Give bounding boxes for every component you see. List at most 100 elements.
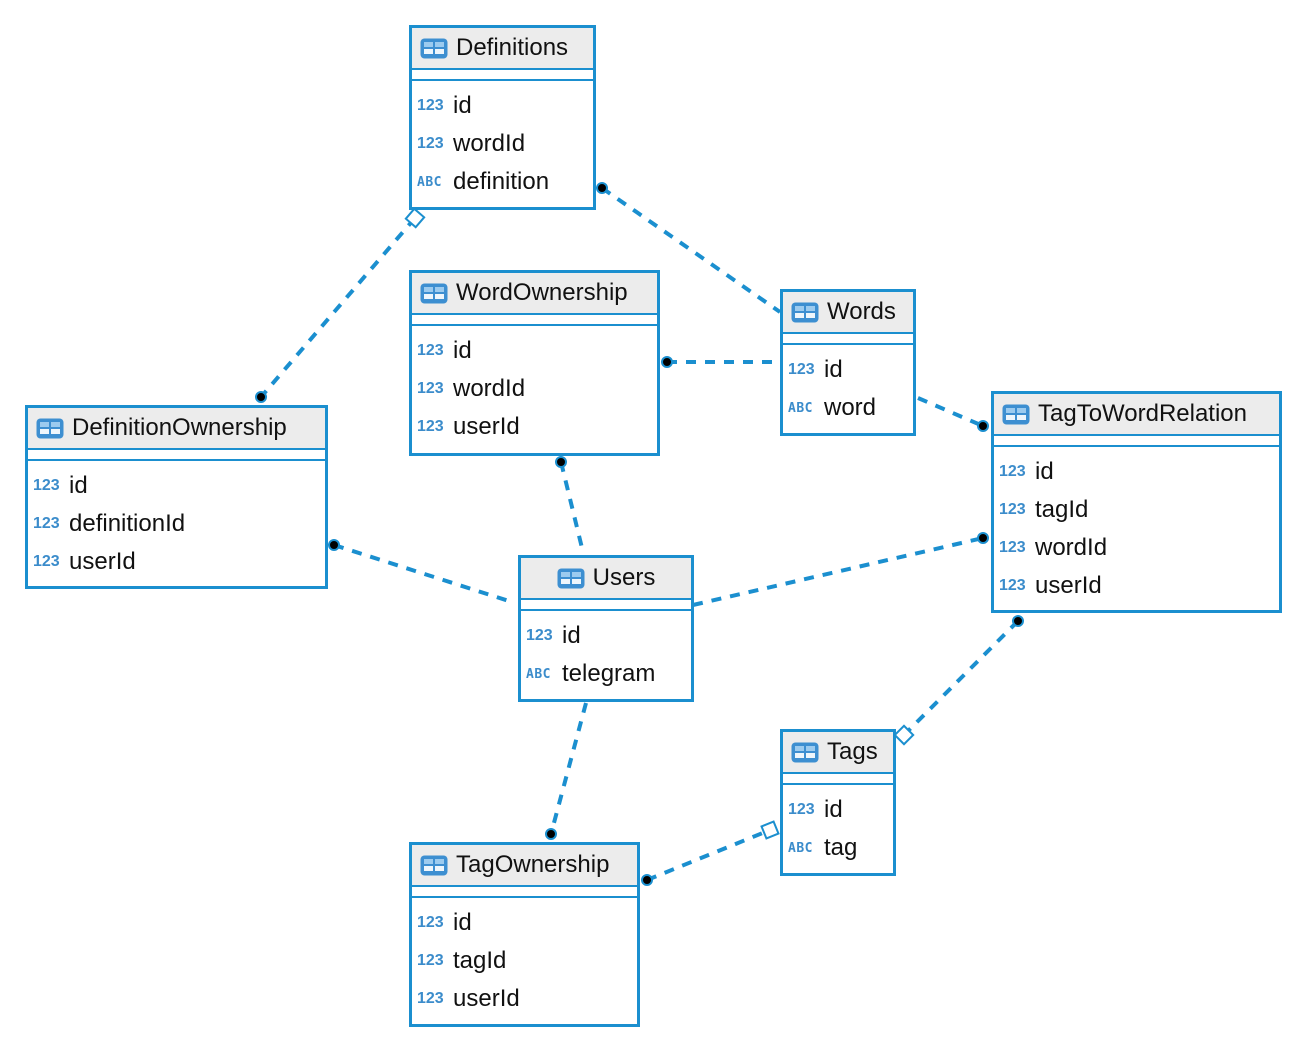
entity-title: Definitions bbox=[456, 34, 569, 61]
attribute-row[interactable]: 123 id bbox=[412, 904, 637, 942]
attribute-row[interactable]: 123 userId bbox=[994, 567, 1279, 605]
relationship-end-square bbox=[760, 820, 780, 840]
numeric-type-icon: 123 bbox=[417, 990, 444, 1007]
attribute-row[interactable]: ABC tag bbox=[783, 829, 893, 867]
entity-title: Words bbox=[827, 298, 896, 325]
entity-header[interactable]: Tags bbox=[783, 732, 893, 774]
relationship-wordownership-users[interactable] bbox=[559, 461, 584, 549]
entity-tags[interactable]: Tags 123 id ABC tag bbox=[780, 729, 896, 876]
attribute-row[interactable]: 123 userId bbox=[412, 408, 657, 446]
attribute-row[interactable]: 123 id bbox=[783, 791, 893, 829]
entity-header[interactable]: TagToWordRelation bbox=[994, 394, 1279, 436]
attribute-name: id bbox=[453, 909, 472, 936]
attribute-list: 123 id 123 wordId 123 userId bbox=[412, 326, 657, 446]
attribute-name: wordId bbox=[453, 375, 526, 402]
relationship-end-dot bbox=[596, 182, 608, 194]
numeric-type-icon: 123 bbox=[33, 477, 60, 494]
attribute-row[interactable]: 123 tagId bbox=[412, 942, 637, 980]
attribute-row[interactable]: 123 wordId bbox=[994, 529, 1279, 567]
entity-users[interactable]: Users 123 id ABC telegram bbox=[518, 555, 694, 702]
attribute-row[interactable]: 123 userId bbox=[412, 980, 637, 1018]
attribute-list: 123 id 123 tagId 123 userId bbox=[412, 898, 637, 1018]
attribute-name: word bbox=[824, 394, 877, 421]
entity-header[interactable]: Definitions bbox=[412, 28, 593, 70]
header-separator bbox=[412, 315, 657, 326]
relationship-end-dot bbox=[545, 828, 557, 840]
entity-wordownership[interactable]: WordOwnership 123 id 123 wordId 123 userId bbox=[409, 270, 660, 456]
relationship-end-dot bbox=[977, 420, 989, 432]
attribute-name: tagId bbox=[1035, 496, 1089, 523]
entity-header[interactable]: WordOwnership bbox=[412, 273, 657, 315]
attribute-row[interactable]: 123 id bbox=[994, 453, 1279, 491]
table-icon bbox=[420, 283, 448, 304]
entity-definitionownership[interactable]: DefinitionOwnership 123 id 123 definitionId 1… bbox=[25, 405, 328, 589]
attribute-list: 123 id ABC word bbox=[783, 345, 913, 427]
attribute-row[interactable]: 123 definitionId bbox=[28, 505, 325, 543]
numeric-type-icon: 123 bbox=[33, 553, 60, 570]
entity-header[interactable]: TagOwnership bbox=[412, 845, 637, 887]
attribute-row[interactable]: 123 id bbox=[521, 617, 691, 655]
attribute-row[interactable]: 123 id bbox=[412, 332, 657, 370]
attribute-row[interactable]: 123 id bbox=[28, 467, 325, 505]
numeric-type-icon: 123 bbox=[417, 342, 444, 359]
attribute-row[interactable]: ABC telegram bbox=[521, 655, 691, 693]
attribute-row[interactable]: 123 wordId bbox=[412, 125, 593, 163]
attribute-list: 123 id ABC telegram bbox=[521, 611, 691, 693]
relationship-words-tagtowordrelation[interactable] bbox=[917, 396, 984, 428]
attribute-name: definitionId bbox=[69, 510, 186, 537]
attribute-name: id bbox=[824, 796, 843, 823]
attribute-row[interactable]: 123 id bbox=[783, 351, 913, 389]
numeric-type-icon: 123 bbox=[788, 361, 815, 378]
relationship-tagtowordrelation-tags[interactable] bbox=[902, 619, 1020, 737]
attribute-name: userId bbox=[69, 548, 136, 575]
numeric-type-icon: 123 bbox=[417, 952, 444, 969]
attribute-name: telegram bbox=[562, 660, 656, 687]
entity-tagownership[interactable]: TagOwnership 123 id 123 tagId 123 userId bbox=[409, 842, 640, 1027]
entity-title: DefinitionOwnership bbox=[72, 414, 287, 441]
numeric-type-icon: 123 bbox=[417, 418, 444, 435]
numeric-type-icon: 123 bbox=[417, 97, 444, 114]
relationship-end-dot bbox=[555, 456, 567, 468]
relationship-end-dot bbox=[641, 874, 653, 886]
text-type-icon: ABC bbox=[788, 400, 813, 416]
numeric-type-icon: 123 bbox=[999, 463, 1026, 480]
entity-definitions[interactable]: Definitions 123 id 123 wordId ABC definition bbox=[409, 25, 596, 210]
entity-header[interactable]: Words bbox=[783, 292, 913, 334]
entity-header[interactable]: Users bbox=[521, 558, 691, 600]
entity-tagtowordrelation[interactable]: TagToWordRelation 123 id 123 tagId 123 wordId 1… bbox=[991, 391, 1282, 613]
relationship-users-tagtowordrelation[interactable] bbox=[692, 536, 984, 607]
attribute-row[interactable]: 123 wordId bbox=[412, 370, 657, 408]
table-icon bbox=[420, 855, 448, 876]
relationship-tagownership-tags[interactable] bbox=[646, 828, 771, 882]
table-icon bbox=[557, 568, 585, 589]
attribute-row[interactable]: ABC word bbox=[783, 389, 913, 427]
attribute-name: definition bbox=[453, 168, 550, 195]
attribute-name: userId bbox=[453, 413, 520, 440]
attribute-row[interactable]: 123 tagId bbox=[994, 491, 1279, 529]
attribute-row[interactable]: ABC definition bbox=[412, 163, 593, 201]
entity-words[interactable]: Words 123 id ABC word bbox=[780, 289, 916, 436]
relationship-definitionownership-users[interactable] bbox=[333, 543, 513, 604]
table-icon bbox=[791, 302, 819, 323]
attribute-row[interactable]: 123 id bbox=[412, 87, 593, 125]
table-icon bbox=[36, 418, 64, 439]
header-separator bbox=[783, 334, 913, 345]
table-icon bbox=[791, 742, 819, 763]
header-separator bbox=[412, 887, 637, 898]
attribute-list: 123 id 123 definitionId 123 userId bbox=[28, 461, 325, 581]
attribute-list: 123 id 123 wordId ABC definition bbox=[412, 81, 593, 201]
header-separator bbox=[28, 450, 325, 461]
entity-header[interactable]: DefinitionOwnership bbox=[28, 408, 325, 450]
numeric-type-icon: 123 bbox=[999, 577, 1026, 594]
entity-title: Users bbox=[592, 564, 656, 591]
table-icon bbox=[420, 38, 448, 59]
attribute-name: userId bbox=[1035, 572, 1102, 599]
attribute-name: id bbox=[453, 92, 472, 119]
numeric-type-icon: 123 bbox=[417, 914, 444, 931]
text-type-icon: ABC bbox=[526, 666, 551, 682]
attribute-row[interactable]: 123 userId bbox=[28, 543, 325, 581]
attribute-name: tagId bbox=[453, 947, 507, 974]
numeric-type-icon: 123 bbox=[417, 135, 444, 152]
relationship-users-tagownership[interactable] bbox=[549, 702, 588, 835]
relationship-definitions-definitionownership[interactable] bbox=[259, 216, 417, 399]
